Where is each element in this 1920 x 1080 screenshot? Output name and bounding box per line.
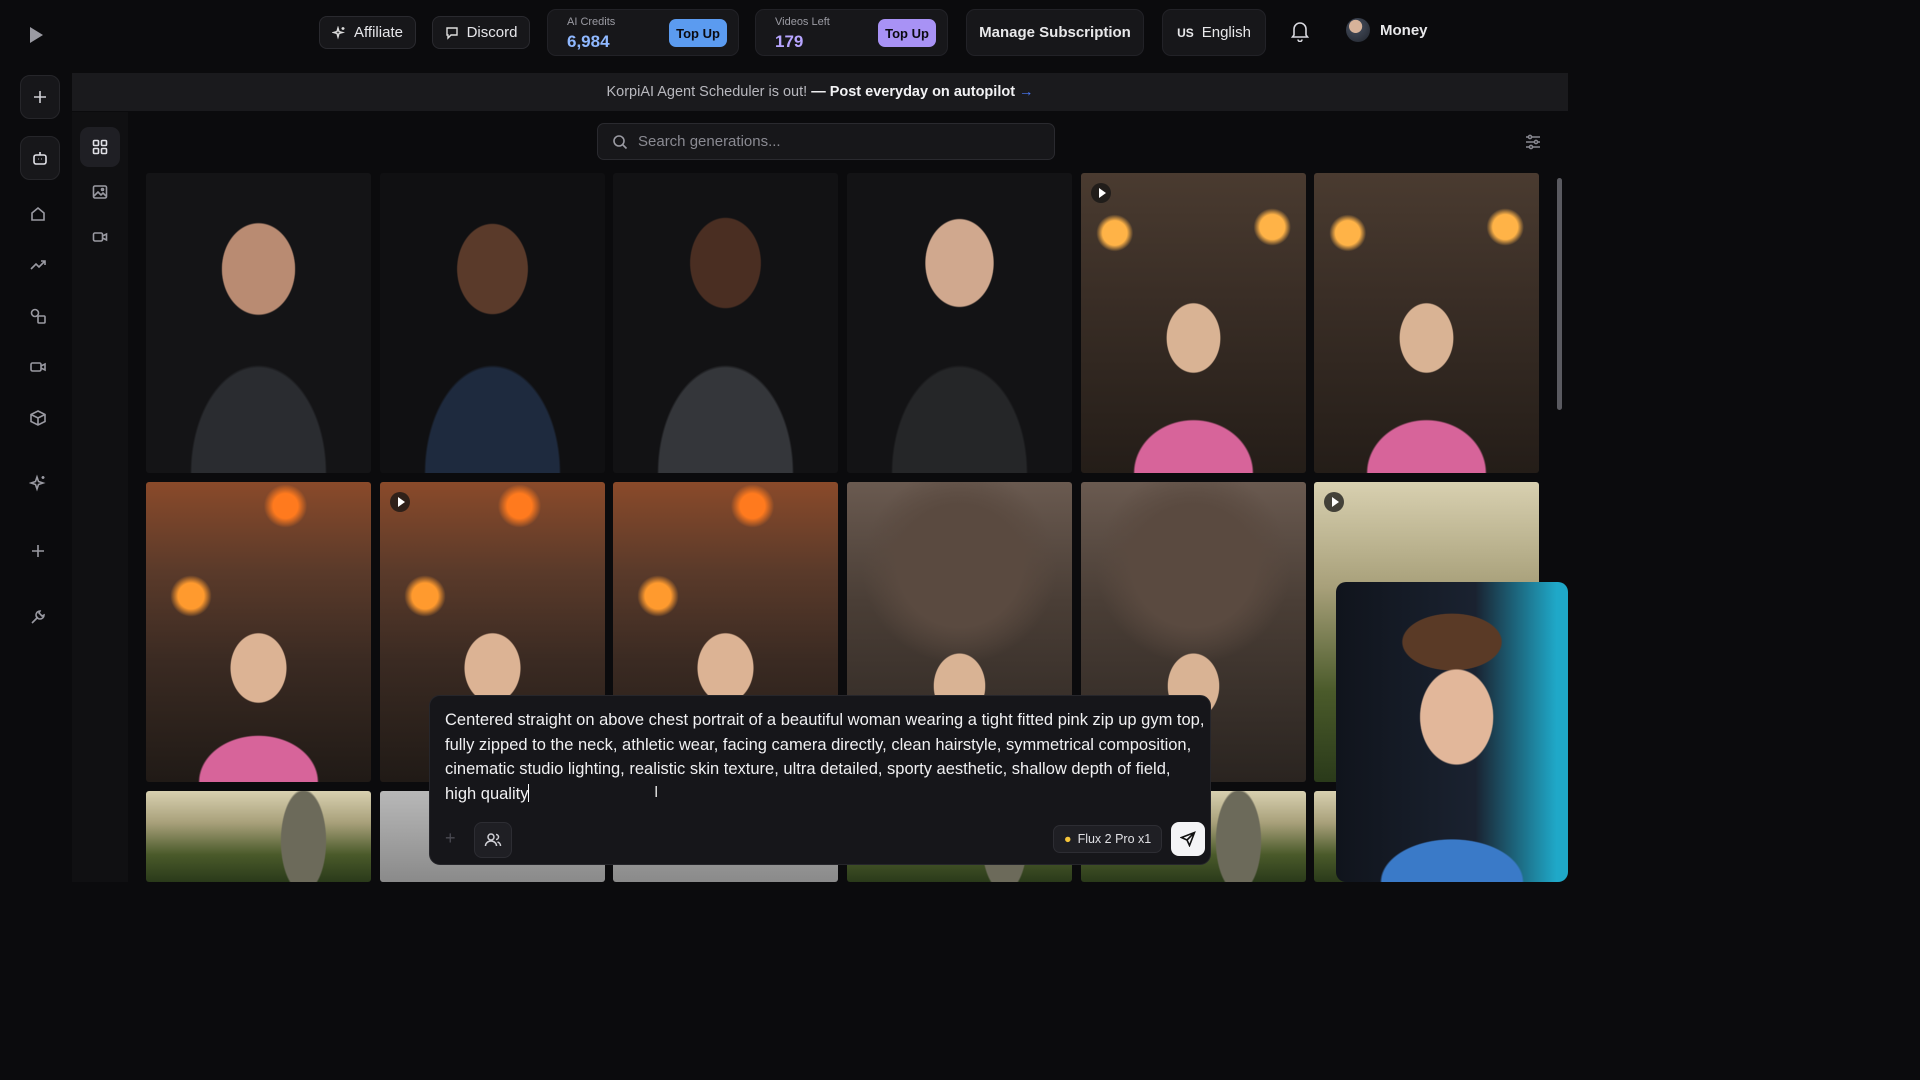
gallery-tile[interactable]	[146, 482, 371, 782]
videos-left-value: 179	[775, 32, 804, 51]
ibeam-cursor-icon: I	[654, 784, 659, 801]
banner-link[interactable]: — Post everyday on autopilot	[811, 84, 1015, 100]
credits-top-up-button[interactable]: Top Up	[669, 19, 727, 47]
top-bar: Affiliate Discord AI Credits 6,984 Top U…	[72, 0, 1568, 70]
left-rail	[0, 0, 72, 882]
videos-left-label: Videos Left	[775, 16, 830, 28]
user-name: Money	[1380, 21, 1428, 39]
trending-icon	[30, 260, 46, 270]
gallery-tile[interactable]	[380, 173, 605, 473]
affiliate-label: Affiliate	[354, 24, 403, 41]
ai-credits-card: AI Credits 6,984 Top Up	[547, 9, 739, 56]
analytics-nav[interactable]	[26, 253, 50, 277]
plus-icon	[32, 545, 44, 557]
search-icon	[613, 134, 628, 149]
language-flag: US	[1177, 25, 1194, 40]
grid-view-button[interactable]	[80, 127, 120, 167]
effects-nav[interactable]	[26, 471, 50, 495]
prompt-text: Centered straight on above chest portrai…	[445, 711, 1205, 803]
robot-icon	[33, 152, 47, 165]
video-camera-icon	[30, 362, 46, 372]
view-switcher	[72, 112, 128, 882]
gallery-tile[interactable]	[146, 173, 371, 473]
prompt-panel: Centered straight on above chest portrai…	[429, 695, 1211, 865]
prompt-textarea[interactable]: Centered straight on above chest portrai…	[445, 708, 1205, 806]
ai-credits-label: AI Credits	[567, 16, 616, 28]
banner-arrow: →	[1019, 84, 1034, 100]
gallery-tile[interactable]	[847, 173, 1072, 473]
images-filter-button[interactable]	[80, 172, 120, 212]
plus-icon	[34, 91, 46, 103]
sparkles-icon	[29, 474, 46, 492]
search-bar	[597, 123, 1055, 160]
manage-subscription-button[interactable]: Manage Subscription	[966, 9, 1144, 56]
model-emoji-icon: ●	[1064, 832, 1072, 846]
filter-sliders-icon[interactable]	[1524, 133, 1542, 151]
play-icon[interactable]	[390, 492, 410, 512]
avatar	[1346, 18, 1370, 42]
video-camera-icon	[92, 232, 108, 242]
discord-label: Discord	[466, 24, 518, 41]
send-icon	[1180, 831, 1196, 847]
webcam-overlay	[1336, 582, 1568, 882]
user-menu[interactable]: Money	[1346, 18, 1428, 42]
banner-text: KorpiAI Agent Scheduler is out!	[606, 84, 808, 100]
send-button[interactable]	[1171, 822, 1205, 856]
language-selector[interactable]: US English	[1162, 9, 1266, 56]
gallery-tile[interactable]	[613, 173, 838, 473]
add-nav[interactable]	[26, 539, 50, 563]
language-label: English	[1201, 24, 1251, 41]
model-selector[interactable]: ● Flux 2 Pro x1	[1053, 825, 1163, 853]
chat-bubble-icon	[445, 26, 458, 40]
manage-subscription-label: Manage Subscription	[979, 24, 1131, 41]
discord-button[interactable]: Discord	[432, 16, 530, 49]
gallery-scrollbar[interactable]	[1557, 178, 1562, 410]
people-icon	[484, 833, 502, 847]
gallery-tile[interactable]	[1314, 173, 1539, 473]
add-attachment-button[interactable]: +	[445, 828, 456, 849]
agent-button[interactable]	[20, 136, 60, 180]
wrench-icon	[31, 610, 45, 624]
tools-nav[interactable]	[26, 605, 50, 629]
text-caret	[528, 783, 530, 802]
characters-button[interactable]	[474, 822, 512, 858]
logo-play-icon[interactable]	[28, 26, 44, 44]
videos-filter-button[interactable]	[80, 217, 120, 257]
play-icon[interactable]	[1324, 492, 1344, 512]
video-nav[interactable]	[26, 355, 50, 379]
gallery-tile[interactable]	[1081, 173, 1306, 473]
workflow-nav[interactable]	[26, 304, 50, 328]
ai-credits-value: 6,984	[567, 32, 610, 51]
home-nav[interactable]	[26, 202, 50, 226]
announcement-banner[interactable]: KorpiAI Agent Scheduler is out! — Post e…	[72, 73, 1568, 111]
gallery-tile[interactable]	[146, 791, 371, 882]
affiliate-button[interactable]: Affiliate	[319, 16, 416, 49]
models-nav[interactable]	[26, 406, 50, 430]
play-icon[interactable]	[1091, 183, 1111, 203]
videos-top-up-button[interactable]: Top Up	[878, 19, 936, 47]
home-icon	[31, 206, 45, 221]
image-icon	[92, 185, 108, 199]
videos-left-card: Videos Left 179 Top Up	[755, 9, 948, 56]
model-label: Flux 2 Pro x1	[1077, 832, 1152, 846]
shapes-icon	[30, 308, 46, 324]
search-input[interactable]	[638, 133, 1018, 150]
cube-icon	[30, 410, 46, 426]
sparkles-icon	[332, 25, 346, 40]
grid-icon	[92, 139, 108, 155]
bell-icon[interactable]	[1290, 20, 1310, 42]
new-button[interactable]	[20, 75, 60, 119]
